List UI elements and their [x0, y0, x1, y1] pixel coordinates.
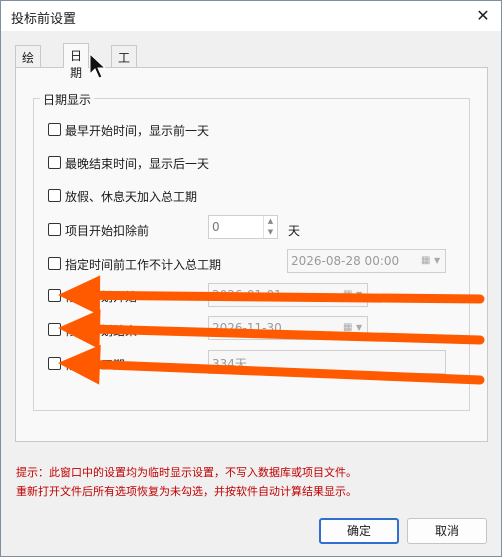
option-holidays-checkbox[interactable]: [48, 189, 61, 202]
plan-start-picker-button[interactable]: ▦ ▼: [341, 287, 367, 303]
option-exclude-before-date-checkbox[interactable]: [48, 257, 61, 270]
total-duration-field[interactable]: 334天: [208, 350, 446, 374]
exclude-before-datetime-picker[interactable]: 2026-08-28 00:00 ▦ ▼: [287, 249, 446, 273]
title-bar: 投标前设置 ✕: [1, 1, 501, 31]
plan-start-date-picker[interactable]: 2026-01-01 ▦ ▼: [208, 283, 368, 307]
dialog-title: 投标前设置: [11, 12, 77, 27]
option-modify-plan-end-checkbox[interactable]: [48, 323, 61, 336]
total-duration-value: 334天: [212, 357, 247, 371]
close-icon[interactable]: ✕: [471, 4, 495, 28]
deduct-days-spinner[interactable]: ▲ ▼: [263, 216, 277, 238]
tab-date[interactable]: 日期: [63, 43, 90, 80]
deduct-days-stepper[interactable]: 0 ▲ ▼: [208, 215, 278, 239]
cancel-button[interactable]: 取消: [407, 518, 487, 544]
chevron-down-icon: ▼: [434, 256, 441, 265]
option-modify-total-duration-label: 修改总工期: [65, 358, 126, 372]
tab-drawing[interactable]: 绘图: [15, 45, 42, 82]
chevron-down-icon: ▼: [356, 323, 363, 332]
option-modify-plan-start-checkbox[interactable]: [48, 289, 61, 302]
plan-end-picker-button[interactable]: ▦ ▼: [341, 320, 367, 336]
date-tab-panel: 日期显示 最早开始时间，显示前一天 最晚结束时间，显示后一天 放假、休息天加入总…: [15, 67, 488, 442]
option-latest-finish-checkbox[interactable]: [48, 156, 61, 169]
option-deduct-start-label: 项目开始扣除前: [65, 224, 150, 238]
plan-end-date-value: 2026-11-30: [212, 321, 282, 335]
option-earliest-start-checkbox[interactable]: [48, 123, 61, 136]
calendar-icon: ▦: [343, 322, 353, 333]
option-earliest-start-label: 最早开始时间，显示前一天: [65, 124, 210, 138]
tip-line-1: 提示：此窗口中的设置均为临时显示设置，不写入数据库或项目文件。: [16, 466, 357, 479]
tip-line-2: 重新打开文件后所有选项恢复为未勾选，并按软件自动计算结果显示。: [16, 485, 357, 498]
settings-dialog: 投标前设置 ✕ 绘图 日期 工程标尺 日期显示 最早开始时间，显示前一天 最晚结…: [0, 0, 502, 557]
date-display-group: 日期显示 最早开始时间，显示前一天 最晚结束时间，显示后一天 放假、休息天加入总…: [33, 91, 470, 411]
deduct-days-value: 0: [212, 220, 220, 234]
spin-down-icon[interactable]: ▼: [264, 227, 277, 238]
tab-project-ruler[interactable]: 工程标尺: [111, 45, 138, 116]
spin-up-icon[interactable]: ▲: [264, 216, 277, 227]
option-modify-total-duration-checkbox[interactable]: [48, 357, 61, 370]
group-title: 日期显示: [40, 91, 95, 108]
option-exclude-before-date-label: 指定时间前工作不计入总工期: [65, 258, 222, 272]
calendar-icon: ▦: [421, 255, 431, 266]
option-modify-plan-start-label: 修改计划开始: [65, 290, 138, 304]
chevron-down-icon: ▼: [356, 290, 363, 299]
calendar-icon: ▦: [343, 289, 353, 300]
plan-end-date-picker[interactable]: 2026-11-30 ▦ ▼: [208, 316, 368, 340]
option-latest-finish-label: 最晚结束时间，显示后一天: [65, 157, 210, 171]
ok-button[interactable]: 确定: [319, 518, 399, 544]
option-deduct-start-checkbox[interactable]: [48, 223, 61, 236]
exclude-before-picker-button[interactable]: ▦ ▼: [419, 253, 445, 269]
exclude-before-datetime-value: 2026-08-28 00:00: [291, 254, 400, 268]
deduct-days-unit: 天: [288, 224, 301, 238]
option-modify-plan-end-label: 修改计划结束: [65, 324, 138, 338]
option-holidays-label: 放假、休息天加入总工期: [65, 190, 198, 204]
plan-start-date-value: 2026-01-01: [212, 288, 282, 302]
tab-date-label: 日期: [70, 49, 83, 80]
